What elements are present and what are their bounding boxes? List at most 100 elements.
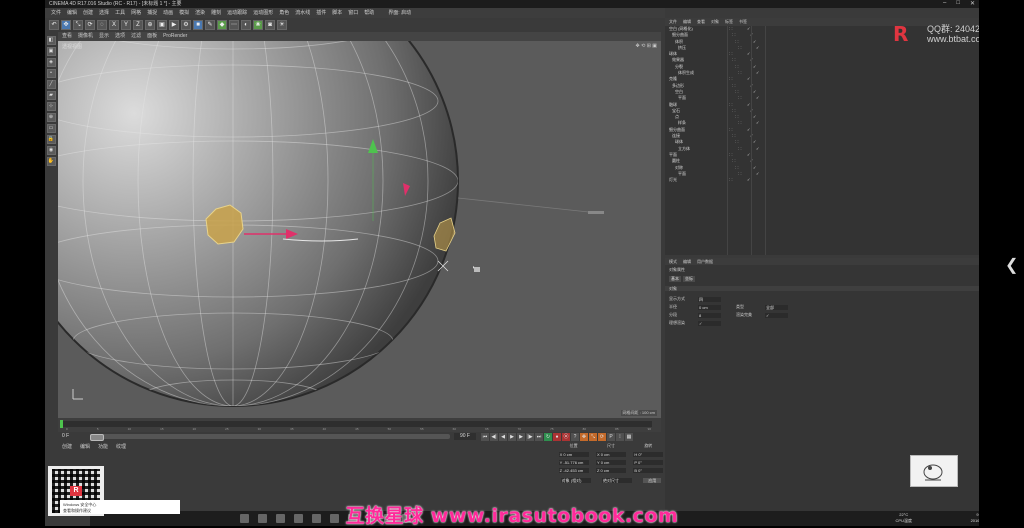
material-menu-item[interactable]: 创建 — [62, 442, 72, 452]
goto-end-icon[interactable]: ⏭ — [535, 433, 543, 441]
menu-item[interactable]: 创建 — [83, 8, 93, 18]
menu-item[interactable]: 运动图形 — [253, 8, 273, 18]
current-frame-marker[interactable] — [60, 420, 63, 428]
undo-icon[interactable]: ↶ — [49, 20, 59, 30]
next-frame-icon[interactable]: ▶ — [517, 433, 525, 441]
timeline-window-icon[interactable]: ▦ — [625, 433, 633, 441]
size-z-field[interactable]: Z 0 cm — [595, 468, 626, 473]
make-editable-icon[interactable]: ◧ — [46, 36, 56, 45]
solo-icon[interactable]: ◉ — [46, 146, 56, 155]
viewport-menu-item[interactable]: 面板 — [147, 32, 157, 41]
menu-item[interactable]: 流水线 — [295, 8, 310, 18]
viewport-menu-item[interactable]: 显示 — [99, 32, 109, 41]
viewport-menu-item[interactable]: 摄像机 — [78, 32, 93, 41]
menu-item[interactable]: 网格 — [131, 8, 141, 18]
attribute-field[interactable]: ✓ — [765, 312, 788, 318]
apply-button[interactable]: 应用 — [643, 478, 662, 483]
attribute-field[interactable]: 0 cm — [698, 304, 721, 310]
rotation-key-icon[interactable]: ⟳ — [598, 433, 606, 441]
pen-icon[interactable]: ✎ — [205, 20, 215, 30]
object-menu-item[interactable]: 书签 — [739, 18, 747, 26]
preview-thumbnail[interactable] — [910, 455, 958, 487]
subdivision-icon[interactable]: ◆ — [217, 20, 227, 30]
light-icon[interactable]: ☀ — [277, 20, 287, 30]
menu-item[interactable]: 捕捉 — [147, 8, 157, 18]
timeline[interactable]: 0 5 10 15 20 25 30 35 40 45 50 55 60 65 70 75 80 85 90 — [58, 418, 661, 432]
menu-item[interactable]: 运动跟踪 — [227, 8, 247, 18]
object-menu-item[interactable]: 标签 — [725, 18, 733, 26]
attribute-menu-item[interactable]: 用户数据 — [697, 258, 713, 265]
rotate-icon[interactable]: ⟳ — [85, 20, 95, 30]
layout-label[interactable]: 界面: 启动 — [388, 8, 411, 18]
position-key-icon[interactable]: ✥ — [580, 433, 588, 441]
keyframe-selection-icon[interactable]: ? — [571, 433, 579, 441]
position-z-field[interactable]: Z -42.453 cm — [558, 468, 589, 473]
position-y-field[interactable]: Y -51.776 cm — [558, 460, 589, 465]
object-menu-item[interactable]: 编辑 — [683, 18, 691, 26]
size-mode-dropdown[interactable]: 绝对尺寸 — [601, 478, 632, 483]
coord-system-icon[interactable]: ⊕ — [145, 20, 155, 30]
frame-range-thumb[interactable] — [90, 434, 104, 441]
viewport-menu-item[interactable]: ProRender — [163, 32, 187, 41]
axis-icon[interactable]: ⊹ — [46, 102, 56, 111]
object-menu-item[interactable]: 对象 — [711, 18, 719, 26]
viewport-menu-item[interactable]: 过滤 — [131, 32, 141, 41]
scale-icon[interactable]: ⤡ — [73, 20, 83, 30]
lock-icon[interactable]: 🔒 — [46, 135, 56, 144]
viewport-menu-item[interactable]: 查看 — [62, 32, 72, 41]
param-key-icon[interactable]: P — [607, 433, 615, 441]
render-icon[interactable]: ▶ — [169, 20, 179, 30]
rotation-h-field[interactable]: H 0° — [633, 452, 664, 457]
object-menu-item[interactable]: 查看 — [697, 18, 705, 26]
edges-icon[interactable]: ╱ — [46, 80, 56, 89]
move-icon[interactable]: ✥ — [61, 20, 71, 30]
attribute-field[interactable]: 四 — [698, 296, 721, 302]
menu-item[interactable]: 选择 — [99, 8, 109, 18]
x-axis-icon[interactable]: X — [109, 20, 119, 30]
visibility-dots-icon[interactable]: ⁚ ⁚ — [729, 177, 747, 183]
menu-item[interactable]: 文件 — [51, 8, 61, 18]
tab-basic[interactable]: 基本 — [669, 276, 681, 282]
viewport-nav-icons[interactable]: ✥ ⟲ ⊞ ▣ — [636, 43, 657, 49]
attribute-field[interactable]: 8 — [698, 312, 721, 318]
menu-item[interactable]: 工具 — [115, 8, 125, 18]
tab-coord[interactable]: 坐标 — [683, 276, 695, 282]
texture-icon[interactable]: ◈ — [46, 58, 56, 67]
menu-item[interactable]: 编辑 — [67, 8, 77, 18]
z-axis-icon[interactable]: Z — [133, 20, 143, 30]
menu-item[interactable]: 渲染 — [195, 8, 205, 18]
next-key-icon[interactable]: |▶ — [526, 433, 534, 441]
scale-key-icon[interactable]: ⤡ — [589, 433, 597, 441]
perspective-viewport[interactable]: 透视视图 网格间距 : 100 cm ✥ ⟲ ⊞ ▣ — [58, 41, 661, 418]
frame-range-slider[interactable] — [90, 434, 450, 441]
render-settings-icon[interactable]: ⚙ — [181, 20, 191, 30]
object-row[interactable]: 灯光 ⁚ ⁚ ✓ — [665, 177, 979, 183]
menu-item[interactable]: 帮助 — [364, 8, 374, 18]
goto-start-icon[interactable]: ⏮ — [481, 433, 489, 441]
y-axis-icon[interactable]: Y — [121, 20, 131, 30]
minimize-icon[interactable]: – — [943, 0, 946, 8]
attribute-field[interactable]: ✓ — [698, 320, 721, 326]
material-menu-item[interactable]: 纹理 — [116, 442, 126, 452]
render-view-icon[interactable]: ▣ — [157, 20, 167, 30]
snap-icon[interactable]: ⊕ — [46, 113, 56, 122]
menu-item[interactable]: 角色 — [279, 8, 289, 18]
chevron-left-icon[interactable]: ❮ — [1005, 255, 1018, 275]
array-icon[interactable]: ⋯ — [229, 20, 239, 30]
camera-icon[interactable]: ◙ — [265, 20, 275, 30]
menu-item[interactable]: 插件 — [316, 8, 326, 18]
prev-key-icon[interactable]: ◀| — [490, 433, 498, 441]
polygons-icon[interactable]: ▰ — [46, 91, 56, 100]
autokey-icon[interactable]: ⦿ — [562, 433, 570, 441]
object-check-icon[interactable]: ✓ — [747, 177, 767, 183]
deformer-icon[interactable]: ◐ — [241, 20, 251, 30]
prev-frame-icon[interactable]: ◀ — [499, 433, 507, 441]
material-menu-item[interactable]: 功能 — [98, 442, 108, 452]
play-icon[interactable]: ▶ — [508, 433, 516, 441]
menu-item[interactable]: 雕刻 — [211, 8, 221, 18]
maximize-icon[interactable]: □ — [956, 0, 960, 8]
attribute-field[interactable]: 全部 — [765, 304, 788, 310]
rotation-b-field[interactable]: B 0° — [633, 468, 664, 473]
menu-item[interactable]: 窗口 — [348, 8, 358, 18]
material-menu-item[interactable]: 编辑 — [80, 442, 90, 452]
